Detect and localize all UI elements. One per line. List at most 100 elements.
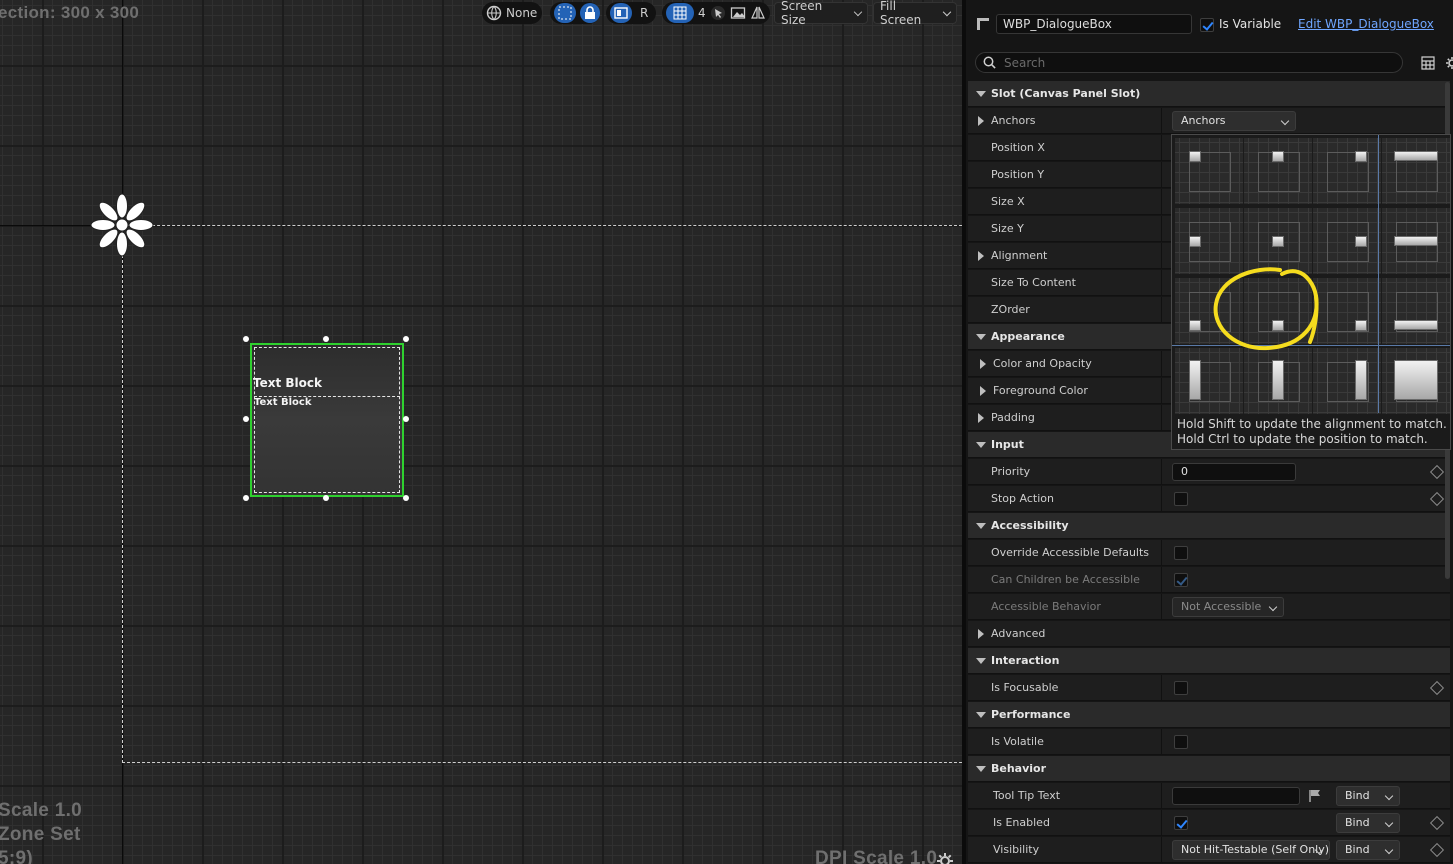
anchor-preset-bottom-stretch[interactable]: [1382, 278, 1450, 344]
anchor-preset-top-center[interactable]: [1244, 138, 1312, 204]
override-accessible-checkbox[interactable]: [1174, 546, 1188, 560]
section-performance-label: Performance: [991, 708, 1071, 721]
section-behavior[interactable]: Behavior: [968, 756, 1450, 782]
resize-handle-bl[interactable]: [243, 495, 249, 501]
chevron-down-icon: [1384, 845, 1394, 855]
expand-arrow-icon[interactable]: [980, 386, 986, 396]
reset-diamond-icon[interactable]: [1429, 491, 1445, 507]
section-performance[interactable]: Performance: [968, 702, 1450, 728]
resolution-label: ection: 300 x 300: [0, 3, 140, 22]
grid-snap-value: 4: [698, 6, 706, 20]
priority-field[interactable]: 0: [1172, 463, 1296, 481]
search-placeholder: Search: [1004, 56, 1046, 70]
resize-handle-t[interactable]: [323, 336, 329, 342]
anchor-preset-stretch-center[interactable]: [1244, 348, 1312, 414]
section-accessibility[interactable]: Accessibility: [968, 513, 1450, 539]
image-icon[interactable]: [730, 5, 746, 21]
expand-arrow-icon[interactable]: [978, 413, 984, 423]
lock-button[interactable]: [580, 3, 600, 23]
resize-handle-br[interactable]: [403, 495, 409, 501]
text-block-2[interactable]: Text Block: [254, 396, 400, 495]
is-variable-checkbox[interactable]: [1200, 18, 1214, 32]
alignment-label: Alignment: [991, 249, 1048, 262]
column-separator: [1161, 270, 1162, 296]
anchor-preset-top-stretch[interactable]: [1382, 138, 1450, 204]
chevron-down-icon: [853, 7, 863, 16]
section-interaction[interactable]: Interaction: [968, 648, 1450, 674]
column-separator: [1161, 729, 1162, 755]
cursor-icon[interactable]: [710, 5, 726, 21]
respect-locks-group[interactable]: R: [606, 2, 656, 24]
reset-diamond-icon[interactable]: [1429, 842, 1445, 858]
transform-tools-group[interactable]: [550, 2, 600, 24]
anchor-preset-top-right[interactable]: [1313, 138, 1381, 204]
visibility-bind-dropdown[interactable]: Bind: [1336, 840, 1400, 860]
is-volatile-checkbox[interactable]: [1174, 735, 1188, 749]
anchors-dropdown[interactable]: Anchors: [1172, 111, 1296, 131]
row-advanced[interactable]: Advanced: [968, 621, 1450, 647]
reset-diamond-icon[interactable]: [1429, 680, 1445, 696]
expand-arrow-icon[interactable]: [978, 251, 984, 261]
gear-icon[interactable]: [936, 852, 954, 864]
anchor-marker: [1272, 236, 1284, 247]
row-priority: Priority 0: [968, 459, 1450, 485]
widget-name-field[interactable]: WBP_DialogueBox: [996, 14, 1192, 34]
layout-toggle-button[interactable]: [610, 3, 632, 23]
zone-label: Zone Set: [0, 824, 81, 845]
anchor-marker: [1272, 360, 1284, 400]
section-slot[interactable]: Slot (Canvas Panel Slot): [968, 81, 1450, 107]
anchor-preset-top-left[interactable]: [1175, 138, 1243, 204]
column-separator: [1161, 837, 1162, 863]
collapse-arrow-icon: [976, 334, 986, 340]
is-enabled-bind-dropdown[interactable]: Bind: [1336, 813, 1400, 833]
grid-icon: [673, 6, 687, 20]
resize-handle-tr[interactable]: [403, 336, 409, 342]
settings-gear-icon[interactable]: [1444, 55, 1453, 71]
stop-action-checkbox[interactable]: [1174, 492, 1188, 506]
section-slot-label: Slot (Canvas Panel Slot): [991, 87, 1141, 100]
edit-widget-link[interactable]: Edit WBP_DialogueBox: [1298, 17, 1434, 31]
marquee-select-button[interactable]: [554, 3, 576, 23]
visibility-dropdown[interactable]: Not Hit-Testable (Self Only): [1172, 840, 1330, 860]
size-x-label: Size X: [991, 195, 1025, 208]
anchor-preset-middle-stretch[interactable]: [1382, 208, 1450, 274]
anchor-preset-stretch-left[interactable]: [1175, 348, 1243, 414]
column-separator: [1161, 243, 1162, 269]
r-toggle-button[interactable]: R: [636, 3, 652, 23]
fill-screen-dropdown[interactable]: Fill Screen: [873, 0, 957, 27]
table-view-icon[interactable]: [1421, 56, 1435, 70]
resize-handle-b[interactable]: [323, 495, 329, 501]
expand-arrow-icon[interactable]: [980, 359, 986, 369]
grid-snap-group[interactable]: 4: [662, 2, 770, 24]
localization-label: None: [506, 6, 538, 20]
tool-tip-bind-dropdown[interactable]: Bind: [1336, 786, 1400, 806]
is-focusable-checkbox[interactable]: [1174, 681, 1188, 695]
grid-snap-button[interactable]: [666, 3, 694, 23]
localization-button[interactable]: None: [482, 2, 542, 24]
expand-arrow-icon[interactable]: [978, 629, 984, 639]
is-enabled-checkbox[interactable]: [1174, 816, 1188, 830]
flag-icon[interactable]: [1308, 789, 1322, 803]
is-volatile-label: Is Volatile: [991, 735, 1044, 748]
collapse-arrow-icon: [976, 523, 986, 529]
reset-diamond-icon[interactable]: [1429, 815, 1445, 831]
selected-widget[interactable]: Text Block Text Block: [250, 343, 404, 497]
designer-viewport[interactable]: ection: 300 x 300 Scale 1.0 Zone Set 5:9…: [0, 0, 962, 864]
visibility-value: Not Hit-Testable (Self Only): [1181, 843, 1330, 856]
tool-tip-field[interactable]: [1172, 787, 1300, 805]
anchor-marker: [1355, 151, 1367, 162]
mirror-icon[interactable]: [750, 5, 766, 21]
resize-handle-l[interactable]: [243, 416, 249, 422]
expand-arrow-icon[interactable]: [978, 116, 984, 126]
accessible-behavior-value: Not Accessible: [1181, 600, 1262, 613]
anchor-preset-stretch-right[interactable]: [1313, 348, 1381, 414]
resize-handle-tl[interactable]: [243, 336, 249, 342]
text-block-1[interactable]: Text Block: [253, 376, 322, 390]
screen-size-dropdown[interactable]: Screen Size: [774, 0, 868, 27]
search-input[interactable]: Search: [975, 52, 1403, 73]
position-x-label: Position X: [991, 141, 1045, 154]
reset-diamond-icon[interactable]: [1429, 464, 1445, 480]
resize-handle-r[interactable]: [403, 416, 409, 422]
anchor-preset-stretch-stretch[interactable]: [1382, 348, 1450, 414]
anchor-flower-icon[interactable]: [89, 192, 155, 258]
